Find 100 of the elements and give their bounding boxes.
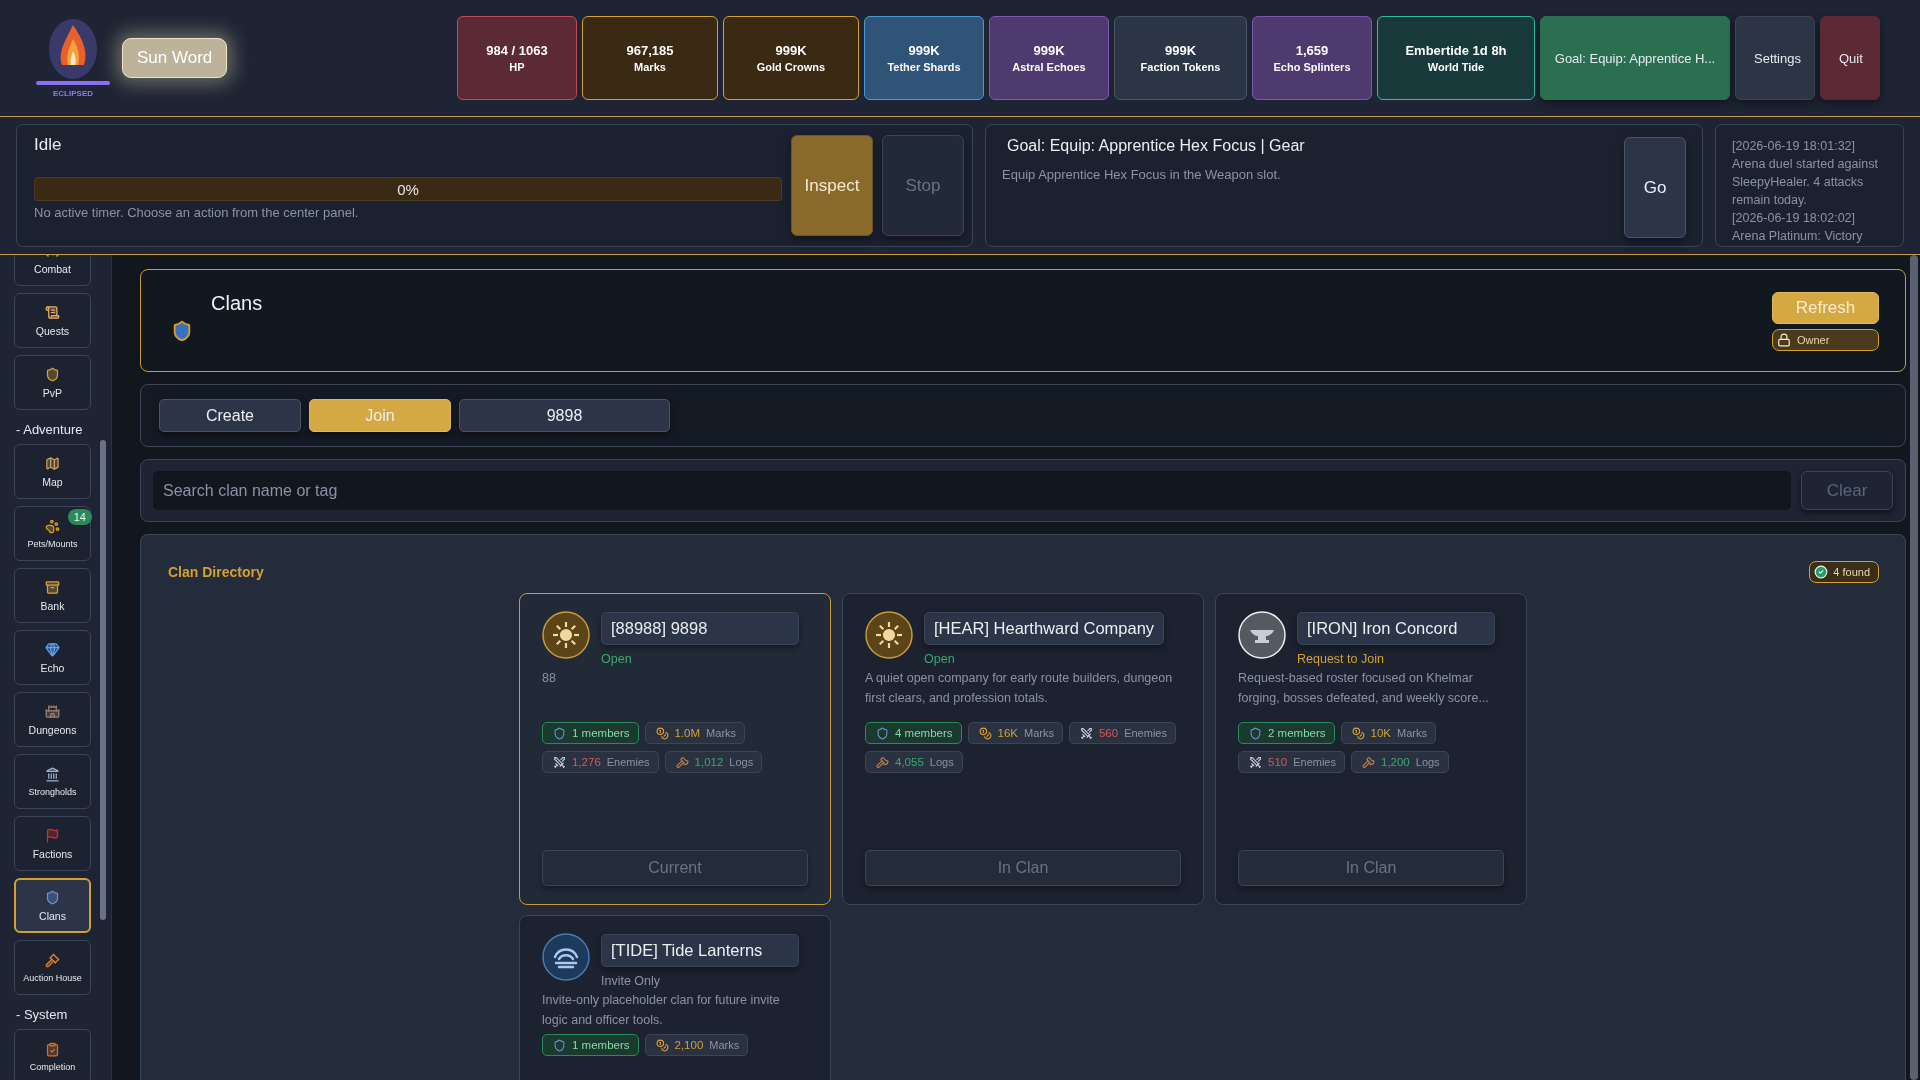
clan-description: Invite-only placeholder clan for future invite logic and officer tools. [542,992,781,1029]
sidebar-item[interactable]: Map [14,444,91,499]
swords-icon [1249,755,1262,769]
inspect-button[interactable]: Inspect [791,135,873,236]
activity-title: Idle [34,135,63,155]
stat-chip: 4,055 Logs [865,751,963,773]
clan-status: Invite Only [601,974,662,988]
count-badge: 4 found [1809,561,1879,583]
sidebar-item[interactable]: Quests [14,293,91,348]
chip-label: Logs [1415,756,1440,768]
stat-chip: 4 members [865,722,962,744]
scroll-icon [45,304,60,320]
clan-description: A quiet open company for early route builders, dungeon first clears, and profession totals. [865,670,1174,707]
log-line: Arena Platinum: Victory [1732,228,1864,245]
shield-icon [171,320,193,342]
banner-icon [45,827,60,843]
sidebar-item[interactable]: Factions [14,816,91,871]
stat-chip: 560 Enemies [1068,722,1176,744]
chip-label: Marks [1397,727,1427,739]
search-field[interactable]: Search clan name or tag [153,471,1791,510]
paw-icon [45,518,60,534]
clan-status: Request to Join [1297,652,1385,666]
progress-reading: 0% [397,180,419,198]
settings-button[interactable]: Settings [1735,16,1815,100]
stat-chip: 510 Enemies [1238,751,1345,773]
chip-label: Marks [709,1039,740,1051]
sidebar-item[interactable]: Combat [14,255,91,286]
chip-label: Enemies [606,756,650,768]
stat-chip: 1.0M Marks [644,722,746,744]
stat-chip: 1 members [542,722,639,744]
clan-status: Open [601,652,633,666]
sidebar-item[interactable]: Pets/Mounts 14 [14,506,91,561]
sidebar-section: - System [14,1002,100,1022]
stat-chip: 1,012 Logs [664,751,763,773]
page-title: Clans [211,292,263,316]
stat-label: Gold Crowns [756,61,826,73]
stat-chip: 10K Marks [1340,722,1436,744]
gavel-icon [45,952,60,968]
stat-chip: 2,100 Marks [644,1034,749,1056]
sun-emblem-icon [865,611,913,659]
sidebar-section: - Adventure [14,417,100,437]
goal-text: Equip Apprentice Hex Focus in the Weapon slot. [1002,167,1282,182]
sidebar-item[interactable]: Bank [14,568,91,623]
chip-label: Logs [729,756,754,768]
tab[interactable]: Create [159,399,301,432]
chip-label: Enemies [1124,727,1167,739]
chest-icon [45,579,60,595]
check-icon [1814,565,1829,579]
stat-value: 999K [1164,43,1197,58]
chip-label: Logs [929,756,954,768]
stat-label: Tether Shards [887,61,961,73]
stat-chip: 2 members [1238,722,1335,744]
brand-caption: ECLIPSED [53,88,93,98]
swords-icon [553,755,566,769]
role-badge: Owner [1772,329,1879,351]
log-line: [2026-06-19 18:01:32] [1732,138,1857,155]
stat-value: 999K [775,43,807,58]
wave-emblem-icon [542,933,590,981]
stat-chip: 16K Marks [967,722,1063,744]
go-button[interactable]: Go [1624,137,1686,238]
chip-label: Enemies [1293,756,1336,768]
sidebar-item[interactable]: Dungeons [14,692,91,747]
stat-label: Echo Splinters [1273,61,1351,73]
clan-name: [IRON] Iron Concord [1297,612,1495,645]
log-line: Arena duel started against SleepyHealer. 4 attacks remain today. [1732,156,1879,209]
shield-icon [876,726,889,740]
goal-button[interactable]: Goal: Equip: Apprentice H... [1540,16,1730,100]
shield-icon [45,366,60,382]
sidebar-item[interactable]: Clans [14,878,91,933]
sidebar-item[interactable]: Echo [14,630,91,685]
tab[interactable]: 9898 [459,399,670,432]
activity-hint: No active timer. Choose an action from the center panel. [34,205,360,220]
shield-icon [1249,726,1262,740]
goal-title: Goal: Equip: Apprentice Hex Focus | Gear [1006,137,1306,155]
stat-value: Embertide 1d 8h [1405,43,1507,58]
quit-button[interactable]: Quit [1820,16,1880,100]
coins-icon [1351,726,1365,740]
stat-value: 984 / 1063 [486,43,548,58]
crystal-icon [45,641,60,657]
sidebar-item[interactable]: Strongholds [14,754,91,809]
shield-icon [45,889,60,905]
anvil-emblem-icon [1238,611,1286,659]
stat-chip: 1,200 Logs [1351,751,1449,773]
stat-label: Faction Tokens [1140,61,1221,73]
castle-icon [45,703,60,719]
coins-icon [978,726,992,740]
coins-icon [655,1038,669,1052]
log-line: [2026-06-19 18:02:02] [1732,210,1857,227]
count-badge: 14 [67,509,92,525]
clan-name: [HEAR] Hearthward Company [924,612,1165,645]
stat-value: 967,185 [626,43,674,58]
sidebar-item[interactable]: Auction House [14,940,91,995]
stat-value: 1,659 [1295,43,1329,58]
chip-label: Marks [1024,727,1054,739]
clan-name: [TIDE] Tide Lanterns [601,934,799,967]
stat-value: 999K [908,43,940,58]
coins-icon [655,726,669,740]
sidebar-item[interactable]: Completion [14,1029,91,1080]
stat-label: World Tide [1427,61,1485,73]
sidebar-item[interactable]: PvP [14,355,91,410]
